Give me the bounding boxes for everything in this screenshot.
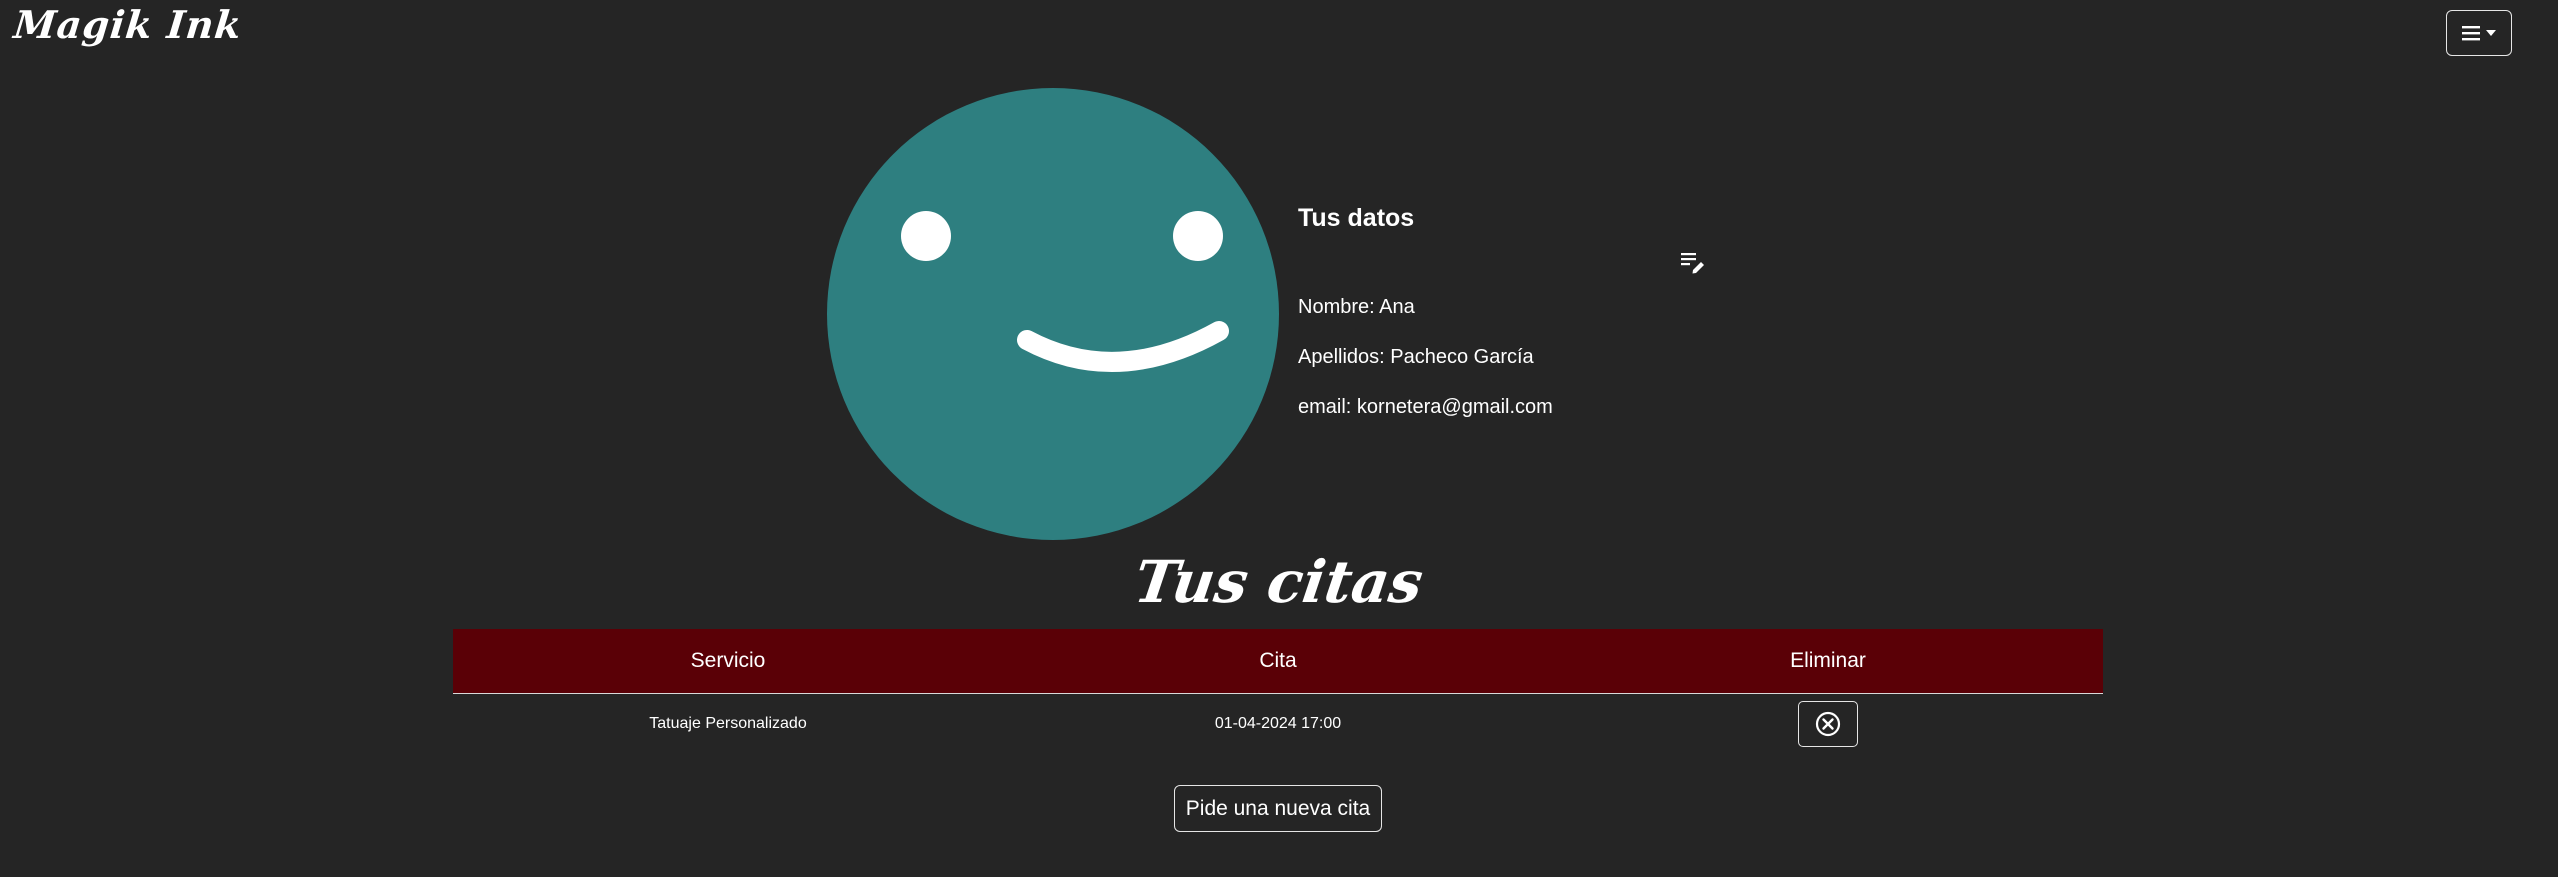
appointments-title: Tus citas — [0, 548, 2558, 616]
brand-logo[interactable]: Magik Ink — [12, 2, 245, 47]
profile-apellidos: Apellidos: Pacheco García — [1298, 346, 1534, 368]
avatar-smiley-icon — [827, 88, 1279, 540]
cell-eliminar — [1553, 701, 2103, 747]
page: Magik Ink Tus datos Nombre: Ana Apellido… — [0, 0, 2558, 877]
profile-email: email: kornetera@gmail.com — [1298, 396, 1553, 418]
caret-down-icon — [2486, 30, 2496, 36]
menu-toggle-button[interactable] — [2446, 10, 2512, 56]
new-appointment-button[interactable]: Pide una nueva cita — [1174, 785, 1382, 832]
circle-x-icon — [1815, 711, 1841, 737]
column-header-servicio: Servicio — [690, 649, 766, 672]
profile-title: Tus datos — [1298, 204, 1415, 232]
table-header: Servicio Cita Eliminar — [453, 629, 2103, 694]
appointments-table: Servicio Cita Eliminar Tatuaje Personali… — [453, 629, 2103, 754]
delete-appointment-button[interactable] — [1798, 701, 1858, 747]
table-row: Tatuaje Personalizado 01-04-2024 17:00 — [453, 694, 2103, 754]
column-header-eliminar: Eliminar — [1790, 649, 1866, 672]
cell-servicio: Tatuaje Personalizado — [649, 715, 807, 732]
column-header-cita: Cita — [1259, 649, 1297, 672]
profile-nombre: Nombre: Ana — [1298, 296, 1415, 318]
appointments-title-text: Tus citas — [1130, 548, 1428, 616]
cell-cita: 01-04-2024 17:00 — [1214, 715, 1342, 732]
edit-list-icon[interactable] — [1680, 248, 1706, 274]
hamburger-icon — [2462, 26, 2480, 41]
